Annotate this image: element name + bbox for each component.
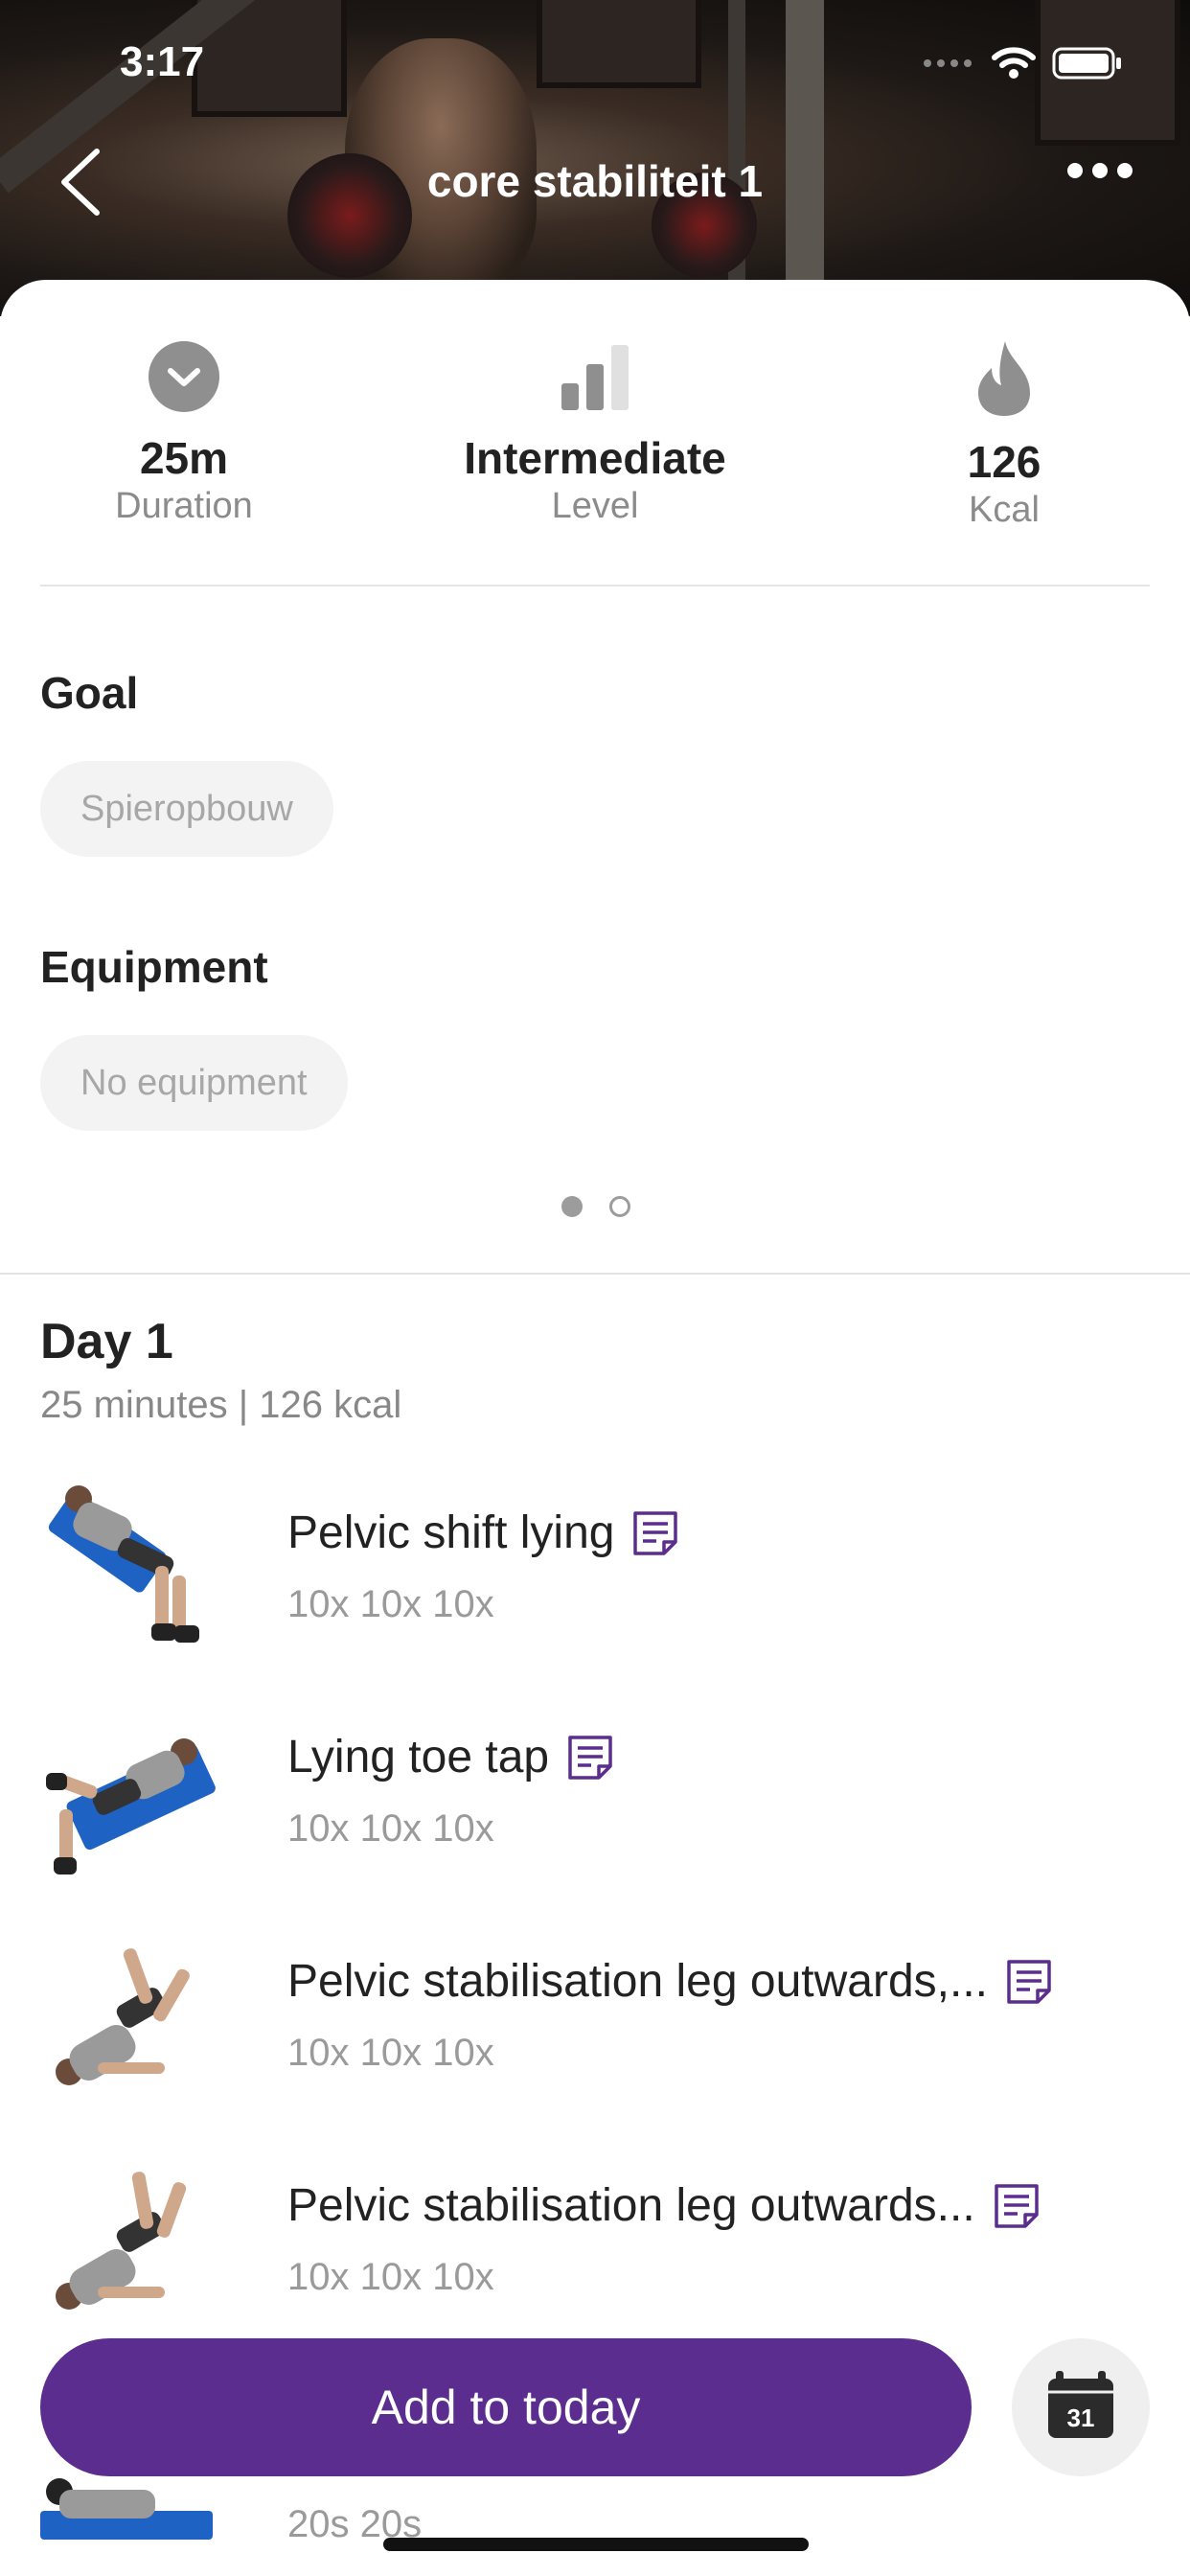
battery-icon	[1052, 47, 1121, 80]
more-options-icon[interactable]	[1067, 163, 1133, 178]
status-time: 3:17	[120, 38, 205, 85]
exercise-name: Pelvic stabilisation leg outwards,...	[287, 1955, 1053, 2008]
note-icon[interactable]	[1005, 1958, 1053, 2006]
equipment-chip: No equipment	[40, 1035, 348, 1131]
day-title: Day 1	[40, 1314, 173, 1369]
exercise-thumbnail	[56, 1948, 190, 2085]
exercise-name: Pelvic stabilisation leg outwards...	[287, 2179, 1041, 2232]
flame-icon	[978, 341, 1030, 416]
status-icons	[922, 46, 1123, 80]
exercise-name-text: Lying toe tap	[287, 1732, 550, 1782]
stat-value: 126	[967, 437, 1041, 487]
exercise-item[interactable]: Pelvic shift lying 10x 10x 10x	[0, 1480, 1190, 1671]
equipment-title: Equipment	[40, 942, 268, 992]
home-indicator	[383, 2538, 809, 2551]
dot	[1117, 163, 1133, 178]
page-title: core stabiliteit 1	[426, 156, 764, 206]
content-sheet: 25m Duration Intermediate Level 126 Kcal…	[0, 280, 1190, 2576]
stat-label: Duration	[115, 486, 253, 526]
exercise-name: Pelvic shift lying	[287, 1506, 679, 1559]
status-bar: 3:17	[0, 0, 1190, 115]
note-icon[interactable]	[566, 1734, 614, 1782]
wifi-icon	[992, 47, 1036, 79]
exercise-name-text: Pelvic shift lying	[287, 1507, 615, 1558]
stat-value: 25m	[139, 433, 229, 483]
dot	[1067, 163, 1083, 178]
stat-label: Kcal	[969, 490, 1040, 530]
stat-kcal: 126 Kcal	[860, 339, 1148, 531]
day-subtitle: 25 minutes | 126 kcal	[40, 1384, 402, 1426]
exercise-item[interactable]: Pelvic stabilisation leg outwards,... 10…	[0, 1928, 1190, 2120]
signal-bars-icon	[561, 345, 629, 410]
note-icon[interactable]	[631, 1509, 679, 1557]
exercise-item[interactable]: Lying toe tap 10x 10x 10x	[0, 1704, 1190, 1896]
goal-chip: Spieropbouw	[40, 761, 333, 857]
exercise-name: Lying toe tap	[287, 1731, 614, 1783]
clock-chevron-icon	[149, 341, 219, 412]
cellular-icon	[924, 59, 972, 67]
exercise-item[interactable]: Pelvic stabilisation leg outwards... 10x…	[0, 2152, 1190, 2344]
exercise-thumbnail	[46, 1738, 216, 1874]
calendar-day-number: 31	[1067, 2404, 1095, 2432]
exercise-thumbnail	[56, 2172, 187, 2310]
exercise-name-text: Pelvic stabilisation leg outwards...	[287, 2180, 975, 2231]
note-icon[interactable]	[993, 2182, 1041, 2230]
stat-duration: 25m Duration	[40, 339, 328, 527]
page-dot-active[interactable]	[561, 1196, 583, 1217]
stat-level: Intermediate Level	[451, 339, 739, 527]
calendar-icon: 31	[1048, 2371, 1113, 2438]
add-to-today-button[interactable]: Add to today	[40, 2338, 972, 2476]
stat-label: Level	[551, 486, 639, 526]
exercise-reps: 10x 10x 10x	[287, 2256, 494, 2298]
divider	[40, 585, 1150, 586]
exercise-name-text: Pelvic stabilisation leg outwards,...	[287, 1956, 989, 2007]
page-indicator[interactable]	[561, 1196, 630, 1217]
goal-title: Goal	[40, 668, 139, 718]
calendar-button[interactable]: 31	[1012, 2338, 1150, 2476]
exercise-thumbnail	[48, 1485, 199, 1643]
page-dot[interactable]	[609, 1196, 630, 1217]
exercise-reps: 10x 10x 10x	[287, 1807, 494, 1850]
exercise-reps: 10x 10x 10x	[287, 1583, 494, 1625]
section-divider	[0, 1273, 1190, 1275]
exercise-reps: 10x 10x 10x	[287, 2032, 494, 2074]
stat-value: Intermediate	[464, 433, 726, 483]
dot	[1092, 163, 1108, 178]
